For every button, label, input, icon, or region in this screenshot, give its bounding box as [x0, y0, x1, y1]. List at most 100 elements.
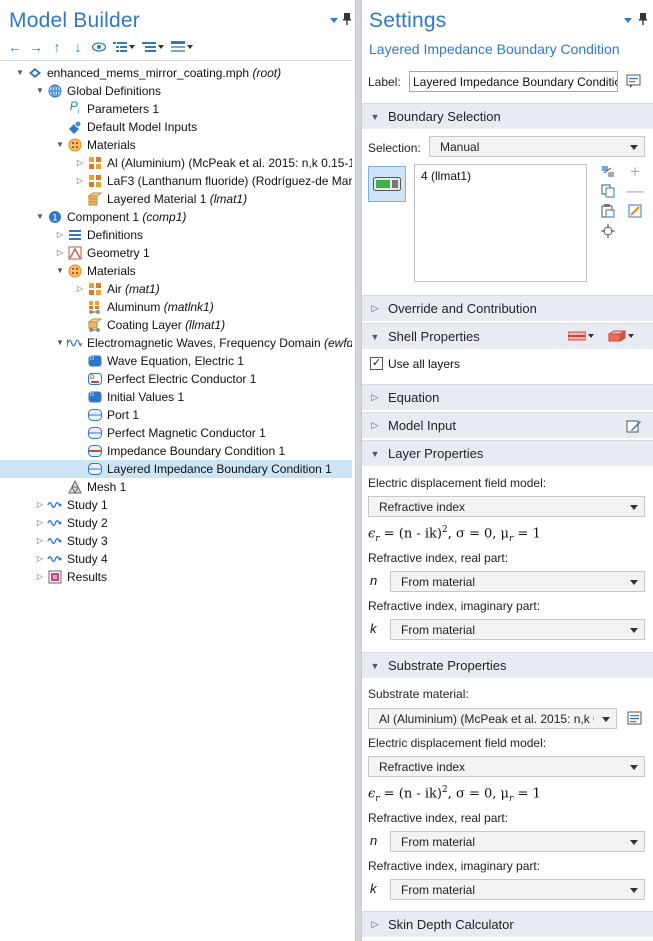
pin-icon[interactable]	[639, 13, 647, 28]
clear-selection-icon[interactable]	[626, 202, 644, 220]
selection-list-item[interactable]: 4 (llmat1)	[421, 169, 471, 183]
substrate-real-dropdown[interactable]: From material	[390, 831, 645, 852]
expand-node-icon[interactable]: ▷	[55, 226, 65, 244]
section-skin-depth-calculator[interactable]: ▷ Skin Depth Calculator	[362, 911, 653, 937]
tree-node[interactable]: Default Model Inputs	[0, 118, 352, 136]
move-down-icon[interactable]: ↓	[71, 39, 85, 55]
pane-menu-icon[interactable]	[624, 18, 632, 23]
tree-node[interactable]: ▷ Geometry 1	[0, 244, 352, 262]
section-model-input[interactable]: ▷ Model Input	[362, 412, 653, 438]
back-arrow-icon[interactable]: ←	[8, 39, 22, 55]
expand-node-icon[interactable]: ▷	[55, 244, 65, 262]
remove-icon[interactable]: —	[626, 181, 644, 200]
select-all-icon[interactable]	[599, 163, 617, 181]
expand-node-icon[interactable]: ▷	[35, 568, 45, 586]
pin-icon[interactable]	[343, 13, 351, 28]
tree-node[interactable]: ▷ Study 2	[0, 514, 352, 532]
material-icon	[87, 156, 102, 170]
tree-node[interactable]: ▷ Study 4	[0, 550, 352, 568]
tree-node[interactable]: ▼ Global Definitions	[0, 82, 352, 100]
expand-node-icon[interactable]: ▷	[35, 514, 45, 532]
expand-node-icon[interactable]: ▷	[75, 280, 85, 298]
tree-node-label: Geometry 1	[87, 246, 150, 260]
substrate-material-dropdown[interactable]: Al (Aluminium) (McPeak et al. 2015: n,k …	[368, 708, 617, 729]
tree-node[interactable]: Mesh 1	[0, 478, 352, 496]
section-title: Boundary Selection	[388, 109, 501, 124]
section-equation[interactable]: ▷ Equation	[362, 384, 653, 410]
layer-3d-view-icon[interactable]	[608, 330, 634, 342]
label-input[interactable]: Layered Impedance Boundary Condition 1	[409, 71, 618, 92]
file-model-icon	[27, 66, 42, 80]
tree-node[interactable]: ▼ Materials	[0, 262, 352, 280]
tree-node[interactable]: Perfect Magnetic Conductor 1	[0, 424, 352, 442]
tree-node[interactable]: ▷ Study 1	[0, 496, 352, 514]
selection-dropdown[interactable]: Manual	[429, 136, 645, 157]
expand-node-icon[interactable]: ▷	[35, 496, 45, 514]
expand-all-icon[interactable]	[142, 39, 164, 55]
tree-view-options-icon[interactable]	[171, 39, 193, 55]
collapse-node-icon[interactable]: ▼	[55, 334, 65, 352]
pane-splitter[interactable]	[355, 0, 362, 941]
tree-node[interactable]: ▷ LaF3 (Lanthanum fluoride) (Rodríguez-de…	[0, 172, 352, 190]
move-up-icon[interactable]: ↑	[50, 39, 64, 55]
collapse-all-icon[interactable]	[113, 39, 135, 55]
section-shell-properties[interactable]: ▼ Shell Properties	[362, 323, 653, 349]
tree-node[interactable]: Impedance Boundary Condition 1	[0, 442, 352, 460]
collapse-node-icon[interactable]: ▼	[15, 64, 25, 82]
tree-node[interactable]: ▼ Electromagnetic Waves, Frequency Domain…	[0, 334, 352, 352]
model-input-edit-icon[interactable]	[626, 418, 642, 437]
pane-menu-icon[interactable]	[330, 18, 338, 23]
collapse-node-icon[interactable]: ▼	[55, 262, 65, 280]
layer-field-model-value: Refractive index	[379, 499, 466, 514]
layer-view-icon[interactable]	[568, 330, 594, 342]
show-icon[interactable]	[92, 39, 106, 55]
go-to-source-icon[interactable]	[626, 709, 644, 727]
forward-arrow-icon[interactable]: →	[29, 39, 43, 55]
tree-node[interactable]: Coating Layer (llmat1)	[0, 316, 352, 334]
tree-node[interactable]: ▼ enhanced_mems_mirror_coating.mph (root)	[0, 64, 352, 82]
section-layer-properties[interactable]: ▼ Layer Properties	[362, 440, 653, 466]
tree-node[interactable]: Layered Impedance Boundary Condition 1	[0, 460, 352, 478]
tree-node[interactable]: Aluminum (matlnk1)	[0, 298, 352, 316]
tree-node[interactable]: D Initial Values 1	[0, 388, 352, 406]
tree-node-label: Coating Layer (llmat1)	[107, 318, 226, 332]
use-all-layers-checkbox[interactable]: ✓	[370, 357, 383, 370]
expand-node-icon[interactable]: ▷	[75, 154, 85, 172]
layer-real-dropdown[interactable]: From material	[390, 571, 645, 592]
section-substrate-properties[interactable]: ▼ Substrate Properties	[362, 652, 653, 678]
tree-node[interactable]: ▷ Results	[0, 568, 352, 586]
label-edit-icon[interactable]	[625, 72, 643, 90]
collapsed-arrow-icon: ▷	[371, 420, 379, 430]
section-override-contribution[interactable]: ▷ Override and Contribution	[362, 295, 653, 321]
expand-node-icon[interactable]: ▷	[35, 550, 45, 568]
tree-node[interactable]: ▼ Materials	[0, 136, 352, 154]
layer-field-model-dropdown[interactable]: Refractive index	[368, 496, 645, 517]
substrate-imag-dropdown[interactable]: From material	[390, 879, 645, 900]
expand-node-icon[interactable]: ▷	[35, 532, 45, 550]
activate-selection-button[interactable]	[368, 166, 406, 202]
copy-selection-icon[interactable]	[599, 182, 617, 200]
tree-node[interactable]: Layered Material 1 (lmat1)	[0, 190, 352, 208]
section-boundary-selection[interactable]: ▼ Boundary Selection	[362, 103, 653, 129]
substrate-field-model-dropdown[interactable]: Refractive index	[368, 756, 645, 777]
collapse-node-icon[interactable]: ▼	[35, 208, 45, 226]
tree-node[interactable]: ▷ Air (mat1)	[0, 280, 352, 298]
paste-selection-icon[interactable]	[599, 202, 617, 220]
collapse-node-icon[interactable]: ▼	[35, 82, 45, 100]
collapse-node-icon[interactable]: ▼	[55, 136, 65, 154]
layer-imag-dropdown[interactable]: From material	[390, 619, 645, 640]
selection-list[interactable]: 4 (llmat1)	[414, 164, 587, 282]
tree-node[interactable]: D Wave Equation, Electric 1	[0, 352, 352, 370]
tree-node[interactable]: ▷ Definitions	[0, 226, 352, 244]
tree-node[interactable]: Pi Parameters 1	[0, 100, 352, 118]
tree-node[interactable]: D Perfect Electric Conductor 1	[0, 370, 352, 388]
tree-node[interactable]: ▷ Al (Aluminium) (McPeak et al. 2015: n,k…	[0, 154, 352, 172]
tree-node[interactable]: ▼ 1 Component 1 (comp1)	[0, 208, 352, 226]
definitions-icon	[67, 228, 82, 242]
zoom-selection-icon[interactable]	[599, 222, 617, 240]
tree-node[interactable]: ▷ Study 3	[0, 532, 352, 550]
add-icon[interactable]: +	[626, 162, 644, 181]
model-tree: ▼ enhanced_mems_mirror_coating.mph (root)…	[0, 60, 352, 590]
expand-node-icon[interactable]: ▷	[75, 172, 85, 190]
tree-node[interactable]: Port 1	[0, 406, 352, 424]
